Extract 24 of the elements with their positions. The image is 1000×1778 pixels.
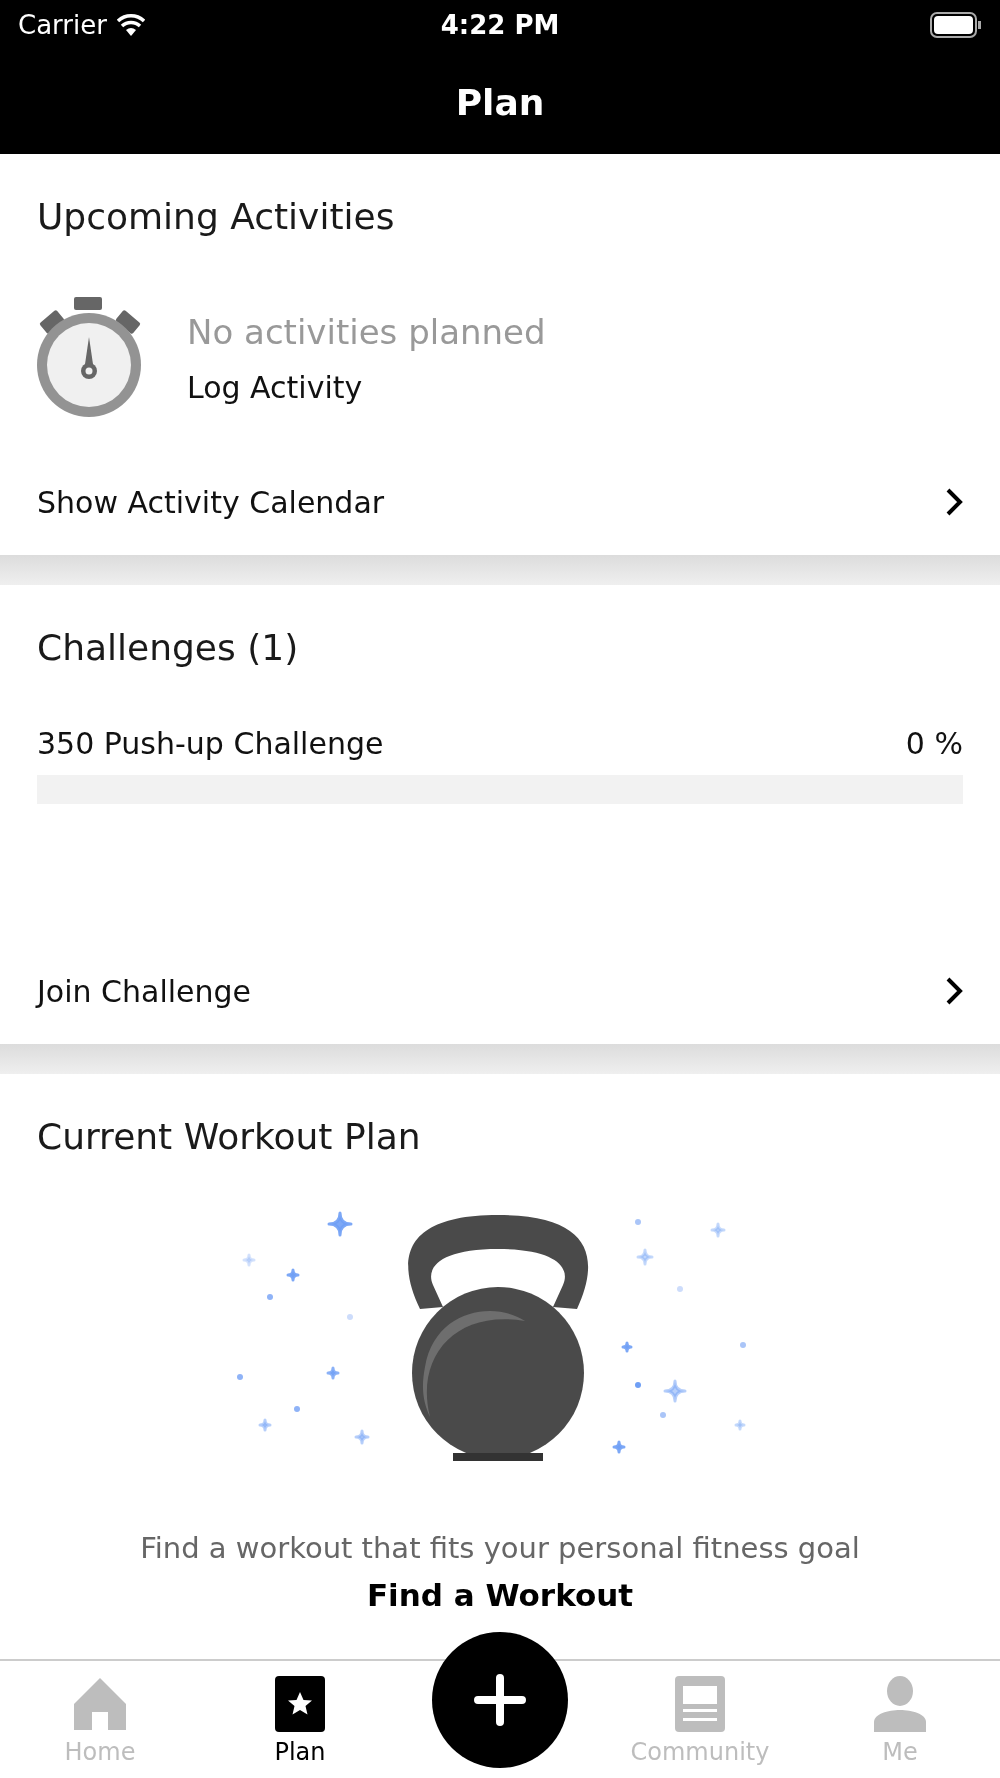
wifi-icon <box>116 14 145 36</box>
find-workout-link[interactable]: Find a Workout <box>366 1577 634 1613</box>
plus-icon <box>474 1674 526 1726</box>
person-icon <box>872 1676 928 1732</box>
description-text: Find a workout that fits your personal fitness goal <box>140 1531 860 1565</box>
activity-calendar-row[interactable]: Show Activity Calendar <box>37 449 963 555</box>
tab-item[interactable]: Plan <box>200 1661 400 1778</box>
chevron-right-icon <box>945 976 963 1006</box>
chevron-right-icon <box>945 487 963 517</box>
section-title: Challenges (1) <box>37 627 300 668</box>
carrier-label: Carrier <box>18 10 107 40</box>
battery-icon <box>930 12 982 38</box>
section-title: Current Workout Plan <box>37 1116 422 1157</box>
challenge-percent: 0 % <box>905 726 963 761</box>
empty-message: No activities planned <box>187 311 546 352</box>
nav-title: Plan <box>455 81 545 123</box>
section-title: Upcoming Activities <box>37 196 396 237</box>
clock-time: 4:22 PM <box>440 10 560 40</box>
home-icon <box>72 1676 128 1732</box>
join-challenge-row[interactable]: Join Challenge <box>37 938 963 1044</box>
document-icon <box>675 1676 725 1732</box>
challenge-name: 350 Push-up Challenge <box>37 726 384 761</box>
star-card-icon <box>275 1676 325 1732</box>
log-activity-link[interactable]: Log Activity <box>187 369 546 405</box>
